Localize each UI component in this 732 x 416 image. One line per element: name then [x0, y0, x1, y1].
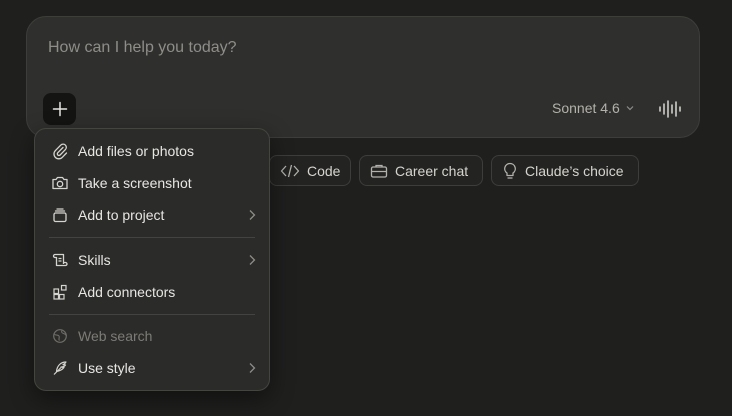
plus-icon: [52, 101, 68, 117]
add-content-button[interactable]: [43, 93, 76, 125]
scroll-icon: [51, 251, 69, 269]
add-content-menu: Add files or photos Take a screenshot Ad…: [34, 128, 270, 391]
menu-item-add-files[interactable]: Add files or photos: [43, 137, 261, 165]
menu-item-label: Use style: [78, 360, 136, 376]
suggestion-label: Claude’s choice: [525, 162, 624, 179]
globe-icon: [51, 327, 69, 345]
waveform-icon: [658, 99, 682, 119]
lightbulb-icon: [502, 162, 518, 180]
connectors-icon: [51, 283, 69, 301]
suggestion-label: Code: [307, 162, 341, 179]
menu-divider: [49, 314, 255, 315]
model-selector[interactable]: Sonnet 4.6: [552, 100, 635, 116]
chevron-down-icon: [625, 103, 635, 113]
suggestion-chip-claudes-choice[interactable]: Claude’s choice: [491, 155, 639, 186]
code-icon: [280, 163, 300, 179]
chevron-right-icon: [247, 361, 257, 375]
briefcase-icon: [370, 163, 388, 179]
chevron-right-icon: [247, 208, 257, 222]
menu-item-label: Add connectors: [78, 284, 176, 300]
chevron-right-icon: [247, 253, 257, 267]
suggestion-chip-career-chat[interactable]: Career chat: [359, 155, 483, 186]
prompt-input[interactable]: How can I help you today?: [48, 39, 648, 57]
menu-item-take-screenshot[interactable]: Take a screenshot: [43, 169, 261, 197]
suggestion-label: Career chat: [395, 162, 469, 179]
camera-icon: [51, 174, 69, 192]
menu-item-label: Add files or photos: [78, 143, 194, 159]
suggestion-chip-code[interactable]: Code: [269, 155, 351, 186]
project-icon: [51, 206, 69, 224]
menu-item-label: Add to project: [78, 207, 165, 223]
menu-item-label: Web search: [78, 328, 153, 344]
paperclip-icon: [51, 142, 69, 160]
menu-item-web-search[interactable]: Web search: [43, 322, 261, 350]
menu-item-use-style[interactable]: Use style: [43, 354, 261, 382]
prompt-composer: How can I help you today? Sonnet 4.6: [26, 16, 700, 138]
menu-divider: [49, 237, 255, 238]
feather-icon: [51, 359, 69, 377]
menu-item-add-to-project[interactable]: Add to project: [43, 201, 261, 229]
menu-item-label: Skills: [78, 252, 111, 268]
menu-item-skills[interactable]: Skills: [43, 246, 261, 274]
voice-mode-button[interactable]: [658, 99, 682, 119]
model-label: Sonnet 4.6: [552, 100, 620, 116]
menu-item-add-connectors[interactable]: Add connectors: [43, 278, 261, 306]
menu-item-label: Take a screenshot: [78, 175, 192, 191]
